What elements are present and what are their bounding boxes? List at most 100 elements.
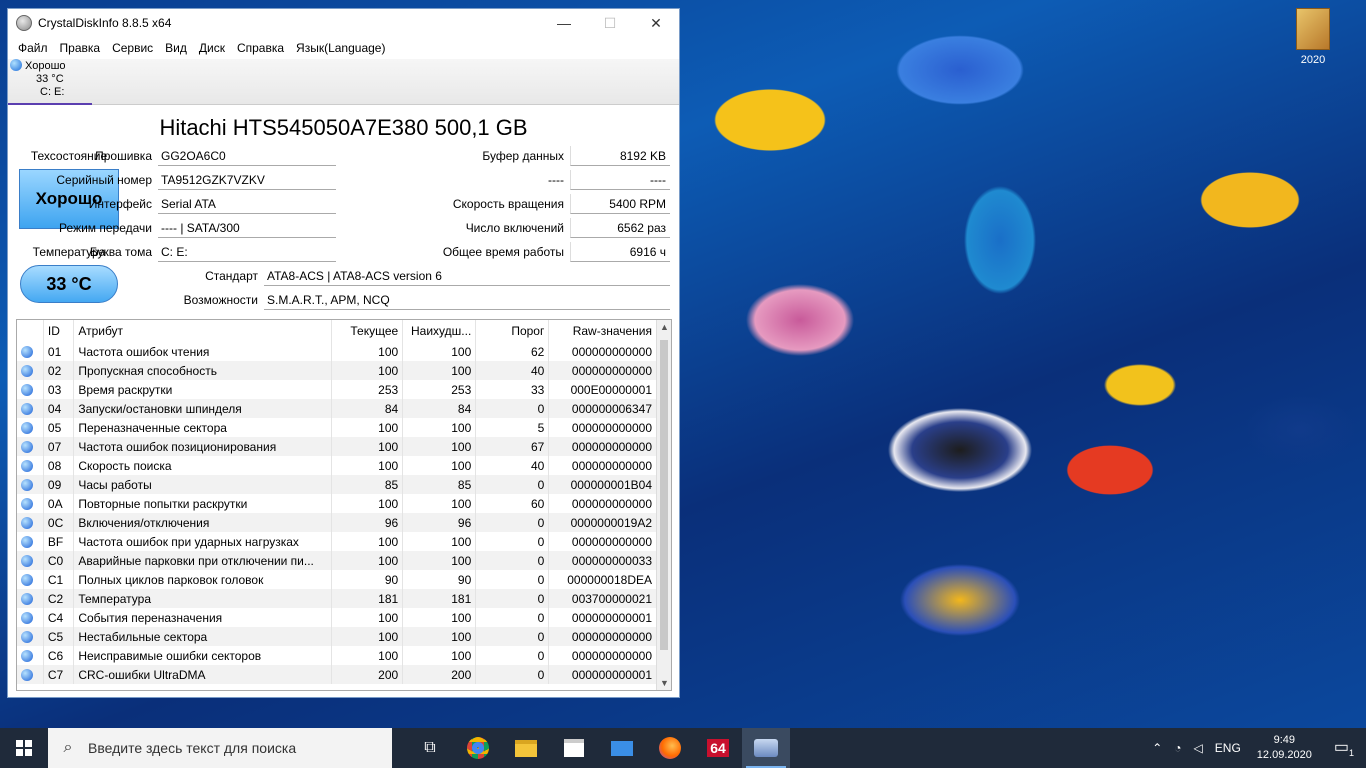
table-row[interactable]: C4 События переназначения 100 100 0 000000000… — [17, 608, 657, 627]
status-dot-icon — [21, 440, 33, 453]
cell-worst: 100 — [402, 456, 477, 475]
cell-threshold: 0 — [475, 665, 550, 684]
language-indicator[interactable]: ENG — [1209, 741, 1247, 755]
menu-view[interactable]: Вид — [159, 41, 193, 55]
cell-current: 90 — [331, 570, 404, 589]
info-value: 6916 ч — [570, 242, 670, 262]
table-row[interactable]: C1 Полных циклов парковок головок 90 90 0 000… — [17, 570, 657, 589]
info-row-power-hours: Общее время работы 6916 ч — [420, 241, 670, 263]
scroll-up-icon[interactable]: ▲ — [657, 322, 671, 332]
status-dot-icon — [21, 668, 33, 681]
task-view-icon[interactable]: ⧉ — [406, 728, 454, 768]
table-row[interactable]: 0C Включения/отключения 96 96 0 0000000019A2 — [17, 513, 657, 532]
menu-help[interactable]: Справка — [231, 41, 290, 55]
menu-edit[interactable]: Правка — [54, 41, 107, 55]
scroll-down-icon[interactable]: ▼ — [657, 678, 671, 688]
cell-status — [17, 380, 44, 399]
cell-worst: 100 — [402, 342, 477, 361]
firefox-icon[interactable] — [646, 728, 694, 768]
status-dot-icon — [21, 592, 33, 605]
table-row[interactable]: C0 Аварийные парковки при отключении пи..… — [17, 551, 657, 570]
mail-icon[interactable] — [598, 728, 646, 768]
cell-threshold: 0 — [475, 551, 550, 570]
cell-attribute: Пропускная способность — [73, 361, 333, 380]
cell-raw: 000000000000 — [548, 342, 657, 361]
table-row[interactable]: 07 Частота ошибок позиционирования 100 100 6… — [17, 437, 657, 456]
table-row[interactable]: 02 Пропускная способность 100 100 40 00000000… — [17, 361, 657, 380]
taskbar-search-box[interactable]: ⌕ Введите здесь текст для поиска — [48, 728, 392, 768]
col-raw[interactable]: Raw-значения — [548, 320, 657, 342]
status-dot-icon — [21, 402, 33, 415]
close-button[interactable]: ✕ — [633, 9, 679, 37]
cell-threshold: 0 — [475, 627, 550, 646]
cell-attribute: Частота ошибок позиционирования — [73, 437, 333, 456]
title-bar[interactable]: CrystalDiskInfo 8.8.5 x64 — ☐ ✕ — [8, 9, 679, 37]
clock[interactable]: 9:49 12.09.2020 — [1247, 733, 1322, 763]
status-dot-icon — [21, 630, 33, 643]
cell-status — [17, 608, 44, 627]
col-current[interactable]: Текущее — [331, 320, 404, 342]
table-row[interactable]: 05 Переназначенные сектора 100 100 5 00000000… — [17, 418, 657, 437]
minimize-button[interactable]: — — [541, 9, 587, 37]
tray-chevron-icon[interactable]: ⌃ — [1146, 741, 1168, 755]
col-id[interactable]: ID — [43, 320, 75, 342]
info-key: Скорость вращения — [452, 197, 564, 211]
col-attribute[interactable]: Атрибут — [73, 320, 333, 342]
menu-file[interactable]: Файл — [12, 41, 54, 55]
desktop-folder-2020[interactable]: 2020 — [1290, 8, 1336, 66]
table-row[interactable]: 04 Запуски/остановки шпинделя 84 84 0 0000000… — [17, 399, 657, 418]
cell-attribute: Время раскрутки — [73, 380, 333, 399]
temperature-button[interactable]: 33 °C — [20, 265, 118, 303]
menu-service[interactable]: Сервис — [106, 41, 159, 55]
menu-disk[interactable]: Диск — [193, 41, 231, 55]
cell-threshold: 0 — [475, 399, 550, 418]
cell-id: C4 — [43, 608, 75, 627]
cell-status — [17, 665, 44, 684]
notification-icon[interactable]: ▭1 — [1322, 737, 1366, 758]
info-key: Возможности — [183, 293, 258, 307]
64-app-icon[interactable]: 64 — [694, 728, 742, 768]
cell-id: C0 — [43, 551, 75, 570]
store-icon[interactable] — [550, 728, 598, 768]
table-row[interactable]: C7 CRC-ошибки UltraDMA 200 200 0 000000000001 — [17, 665, 657, 684]
smart-table[interactable]: ID Атрибут Текущее Наихудш... Порог Raw-… — [16, 319, 672, 691]
cell-threshold: 0 — [475, 646, 550, 665]
start-button[interactable] — [0, 728, 48, 768]
volume-icon[interactable]: ◁ — [1188, 741, 1209, 755]
cell-id: 08 — [43, 456, 75, 475]
windows-logo-icon — [16, 740, 32, 756]
cell-threshold: 67 — [475, 437, 550, 456]
cell-id: 04 — [43, 399, 75, 418]
maximize-button[interactable]: ☐ — [587, 9, 633, 37]
table-row[interactable]: 08 Скорость поиска 100 100 40 000000000000 — [17, 456, 657, 475]
cell-raw: 000000000000 — [548, 494, 657, 513]
cell-worst: 100 — [402, 646, 477, 665]
cell-raw: 000000018DEA — [548, 570, 657, 589]
wifi-icon[interactable]: ◔ — [1168, 741, 1187, 755]
drive-tab-c[interactable]: Хорошо 33 °C C: E: — [8, 59, 92, 105]
menu-language[interactable]: Язык(Language) — [290, 41, 391, 55]
col-status[interactable] — [17, 320, 44, 342]
col-threshold[interactable]: Порог — [475, 320, 550, 342]
vertical-scrollbar[interactable]: ▲ ▼ — [656, 320, 671, 690]
table-row[interactable]: C5 Нестабильные сектора 100 100 0 00000000000… — [17, 627, 657, 646]
col-worst[interactable]: Наихудш... — [402, 320, 477, 342]
cell-status — [17, 361, 44, 380]
table-row[interactable]: 09 Часы работы 85 85 0 000000001B04 — [17, 475, 657, 494]
cell-raw: 000000000000 — [548, 361, 657, 380]
table-row[interactable]: C6 Неисправимые ошибки секторов 100 100 0 000… — [17, 646, 657, 665]
status-dot-icon — [21, 649, 33, 662]
info-value: Serial ATA — [158, 194, 336, 214]
scroll-thumb[interactable] — [660, 340, 668, 650]
file-explorer-icon[interactable] — [502, 728, 550, 768]
table-row[interactable]: 0A Повторные попытки раскрутки 100 100 60 000… — [17, 494, 657, 513]
cell-attribute: События переназначения — [73, 608, 333, 627]
crystaldiskinfo-icon[interactable] — [742, 728, 790, 768]
table-row[interactable]: 03 Время раскрутки 253 253 33 000E00000001 — [17, 380, 657, 399]
table-row[interactable]: BF Частота ошибок при ударных нагрузках 10… — [17, 532, 657, 551]
table-row[interactable]: 01 Частота ошибок чтения 100 100 62 000000000… — [17, 342, 657, 361]
chrome-icon[interactable] — [454, 728, 502, 768]
cell-id: 09 — [43, 475, 75, 494]
table-row[interactable]: C2 Температура 181 181 0 003700000021 — [17, 589, 657, 608]
cell-threshold: 33 — [475, 380, 550, 399]
